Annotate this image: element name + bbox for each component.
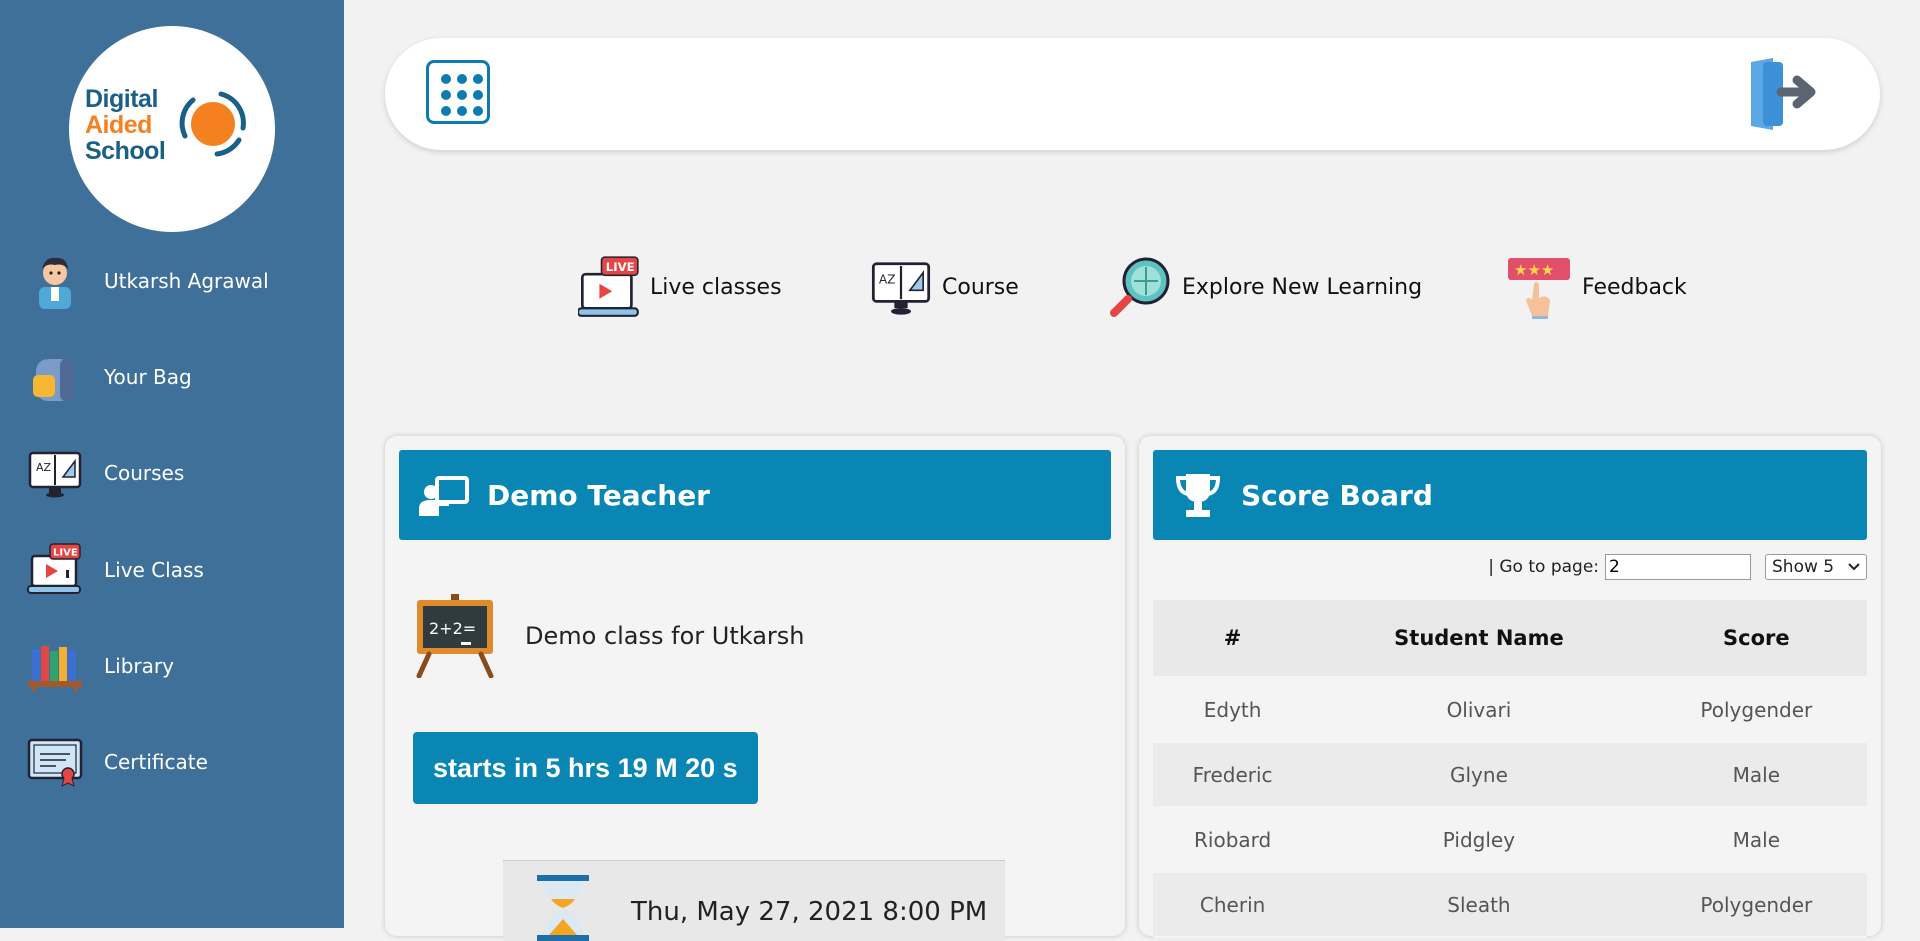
grid-dot (473, 106, 483, 116)
board-text: 2+2= (429, 619, 476, 638)
class-datetime: Thu, May 27, 2021 8:00 PM (631, 897, 988, 927)
grid-dot (441, 90, 451, 100)
sidebar-item-library[interactable]: Library (26, 631, 326, 701)
grid-dot (441, 74, 451, 84)
sidebar-item-profile[interactable]: Utkarsh Agrawal (26, 246, 326, 316)
chevron-down-icon (1848, 563, 1860, 571)
table-cell: Frederic (1153, 742, 1313, 808)
student-avatar-icon (26, 252, 84, 310)
book-monitor-icon: AZ (26, 444, 84, 502)
magnifier-globe-icon (1110, 257, 1170, 317)
table-row: Edyth Olivari Polygender (1153, 677, 1867, 743)
teacher-card: Demo Teacher 2+2= Demo class for Utkarsh… (385, 436, 1125, 941)
table-cell: Edyth (1153, 677, 1313, 743)
sidebar-item-courses[interactable]: AZ Courses (26, 438, 326, 508)
score-board-card: Score Board | Go to page: Show 5 # Stude… (1139, 436, 1881, 938)
table-cell: Sleath (1312, 872, 1646, 938)
book-monitor-icon: AZ (871, 262, 931, 315)
score-board-header: Score Board (1153, 450, 1867, 540)
live-laptop-icon: LIVE (578, 256, 639, 317)
logo-sun-icon (179, 91, 246, 157)
table-cell: Cherin (1153, 872, 1313, 938)
svg-text:★★★: ★★★ (1514, 261, 1554, 279)
hourglass-icon (537, 875, 589, 941)
grid-menu-icon[interactable] (426, 60, 490, 124)
logo-line-3: School (85, 137, 166, 165)
sidebar-item-label: Certificate (104, 750, 208, 774)
quick-nav-course[interactable]: AZ Course (870, 252, 1019, 322)
teacher-board-icon (419, 470, 469, 520)
table-row: Frederic Glyne Male (1153, 742, 1867, 808)
logo-line-2: Aided (85, 111, 152, 139)
page-size-value: Show 5 (1772, 557, 1835, 577)
trophy-icon (1173, 470, 1223, 520)
table-header-row: # Student Name Score (1153, 600, 1867, 678)
backpack-icon (26, 348, 84, 406)
quick-nav-explore-new-learning[interactable]: Explore New Learning (1108, 252, 1422, 322)
table-cell: Riobard (1153, 807, 1313, 873)
column-header[interactable]: Student Name (1312, 600, 1646, 678)
rating-stars-hand-icon: ★★★ (1508, 258, 1570, 319)
quick-nav-label: Explore New Learning (1182, 274, 1423, 300)
table-cell: Male (1645, 742, 1867, 808)
sidebar-item-label: Library (104, 654, 174, 678)
school-logo[interactable]: Digital Aided School (69, 26, 275, 232)
teacher-card-title: Demo Teacher (487, 478, 710, 512)
score-table: # Student Name Score Edyth Olivari Polyg… (1153, 600, 1867, 938)
live-laptop-icon: LIVE (26, 541, 84, 599)
sidebar-item-label: Your Bag (104, 365, 192, 389)
sidebar-item-live-class[interactable]: LIVE Live Class (26, 535, 326, 605)
logo-line-1: Digital (85, 85, 158, 113)
sidebar: Digital Aided School Utkarsh Agrawal You… (0, 0, 344, 928)
logout-door-icon[interactable] (1743, 56, 1823, 132)
sidebar-item-your-bag[interactable]: Your Bag (26, 342, 326, 412)
table-cell: Pidgley (1312, 807, 1646, 873)
table-cell: Olivari (1312, 677, 1646, 743)
sidebar-item-label: Courses (104, 461, 185, 485)
class-datetime-box: Thu, May 27, 2021 8:00 PM (503, 860, 1005, 941)
grid-dot (457, 74, 467, 84)
svg-text:LIVE: LIVE (53, 548, 78, 559)
sidebar-item-label: Live Class (104, 558, 204, 582)
table-cell: Polygender (1645, 677, 1867, 743)
quick-nav-label: Feedback (1582, 274, 1687, 300)
class-name: Demo class for Utkarsh (525, 622, 805, 650)
countdown-button[interactable]: starts in 5 hrs 19 M 20 s (413, 732, 758, 804)
svg-text:AZ: AZ (879, 273, 896, 287)
table-cell: Polygender (1645, 872, 1867, 938)
chalkboard-icon: 2+2= (416, 594, 494, 678)
table-row: Riobard Pidgley Male (1153, 807, 1867, 873)
sidebar-item-label: Utkarsh Agrawal (104, 269, 269, 293)
class-info: 2+2= Demo class for Utkarsh (413, 594, 805, 678)
score-board-title: Score Board (1241, 478, 1433, 512)
grid-dot (473, 74, 483, 84)
sidebar-item-certificate[interactable]: Certificate (26, 727, 326, 797)
svg-text:AZ: AZ (36, 461, 52, 474)
table-cell: Glyne (1312, 742, 1646, 808)
grid-dot (457, 106, 467, 116)
grid-dot (441, 106, 451, 116)
top-bar (385, 38, 1880, 150)
teacher-card-header: Demo Teacher (399, 450, 1111, 540)
quick-nav-live-classes[interactable]: LIVE Live classes (578, 252, 782, 322)
quick-nav-label: Course (942, 274, 1019, 300)
table-row: Cherin Sleath Polygender (1153, 872, 1867, 938)
quick-nav-feedback[interactable]: ★★★ Feedback (1506, 252, 1687, 322)
column-header[interactable]: # (1153, 600, 1313, 678)
grid-dot (473, 90, 483, 100)
goto-page-label: | Go to page: (1488, 557, 1599, 577)
quick-nav-label: Live classes (650, 274, 782, 300)
certificate-icon (26, 733, 84, 791)
pagination-controls: | Go to page: Show 5 (1488, 554, 1867, 580)
grid-dot (457, 90, 467, 100)
page-size-select[interactable]: Show 5 (1765, 554, 1867, 580)
table-cell: Male (1645, 807, 1867, 873)
logo-text: Digital Aided School (85, 85, 166, 165)
column-header[interactable]: Score (1645, 600, 1867, 678)
svg-text:LIVE: LIVE (606, 260, 635, 274)
goto-page-input[interactable] (1605, 554, 1751, 580)
books-shelf-icon (26, 637, 84, 695)
